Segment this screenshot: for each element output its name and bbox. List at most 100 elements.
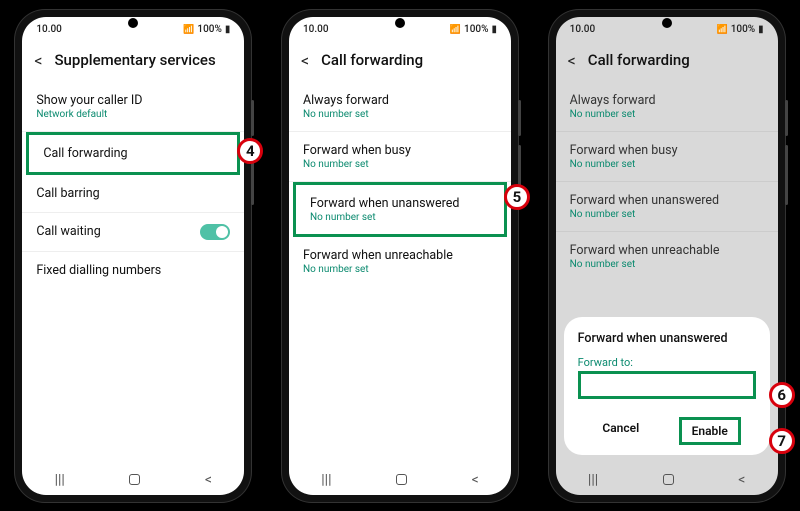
item-sub: No number set (570, 109, 764, 120)
status-right: 📶 100% ▮ (716, 24, 763, 35)
screen: 10.00 📶 100% ▮ < Call forwarding Always … (289, 17, 511, 495)
dialog-label: Forward to: (578, 356, 756, 369)
enable-button[interactable]: Enable (679, 417, 741, 445)
item-sub: No number set (310, 212, 490, 223)
dialog-sheet: Forward when unanswered Forward to: Canc… (564, 317, 770, 455)
camera-notch (662, 18, 672, 28)
status-time: 10.00 (36, 24, 62, 35)
item-sub: No number set (303, 109, 497, 120)
side-button (785, 145, 788, 205)
phone-frame-2: 10.00 📶 100% ▮ < Call forwarding Always … (282, 10, 518, 502)
item-label: Forward when unreachable (570, 243, 764, 258)
signal-icon: 📶 (450, 25, 461, 35)
step-number: 5 (513, 188, 522, 206)
back-icon[interactable]: < (568, 51, 576, 70)
item-sub: No number set (303, 159, 497, 170)
status-time: 10.00 (303, 24, 329, 35)
status-right: 📶 100% ▮ (450, 24, 497, 35)
settings-list: Show your caller ID Network default Call… (22, 82, 244, 465)
dialog-title: Forward when unanswered (578, 331, 756, 346)
battery-text: 100% (197, 24, 221, 35)
item-label: Always forward (303, 93, 497, 108)
side-button (785, 100, 788, 136)
camera-notch (395, 18, 405, 28)
step-badge: 4 (237, 138, 263, 164)
battery-icon: ▮ (225, 24, 231, 35)
step-badge: 5 (504, 184, 530, 210)
page-title: Call forwarding (321, 51, 423, 69)
screen: 10.00 📶 100% ▮ < Supplementary services … (22, 17, 244, 495)
header: < Supplementary services (22, 43, 244, 82)
phone-frame-3: 10.00 📶 100% ▮ < Call forwarding Always … (549, 10, 785, 502)
item-label: Forward when unanswered (310, 196, 490, 211)
item-sub: No number set (570, 259, 764, 270)
item-label: Call barring (36, 186, 230, 201)
signal-icon: 📶 (716, 25, 727, 35)
nav-back-icon[interactable]: < (738, 472, 745, 488)
item-sub: No number set (303, 264, 497, 275)
item-forward-busy: Forward when busy No number set (556, 132, 778, 182)
item-forward-busy[interactable]: Forward when busy No number set (289, 132, 511, 182)
battery-icon: ▮ (758, 24, 764, 35)
item-label: Call waiting (36, 224, 100, 239)
back-icon[interactable]: < (301, 51, 309, 70)
nav-home-icon[interactable] (663, 474, 674, 485)
item-call-barring[interactable]: Call barring (22, 175, 244, 213)
nav-bar: ||| < (556, 465, 778, 495)
nav-bar: ||| < (289, 465, 511, 495)
item-sub: No number set (570, 209, 764, 220)
settings-list: Always forward No number set Forward whe… (289, 82, 511, 465)
page-title: Call forwarding (588, 51, 690, 69)
signal-icon: 📶 (183, 25, 194, 35)
item-call-forwarding[interactable]: Call forwarding (26, 132, 240, 175)
item-forward-unreachable[interactable]: Forward when unreachable No number set (289, 237, 511, 286)
nav-recents-icon[interactable]: ||| (588, 472, 598, 488)
item-label: Always forward (570, 93, 764, 108)
step-number: 6 (777, 386, 786, 404)
status-time: 10.00 (570, 24, 596, 35)
page-title: Supplementary services (54, 51, 215, 69)
item-label: Forward when unreachable (303, 248, 497, 263)
item-label: Show your caller ID (36, 93, 230, 108)
item-forward-unanswered: Forward when unanswered No number set (556, 182, 778, 232)
item-label: Call forwarding (43, 146, 223, 161)
battery-text: 100% (464, 24, 488, 35)
nav-bar: ||| < (22, 465, 244, 495)
item-label: Forward when unanswered (570, 193, 764, 208)
step-number: 7 (777, 432, 786, 450)
toggle-switch[interactable] (200, 224, 230, 240)
side-button (518, 100, 521, 136)
item-label: Fixed dialling numbers (36, 263, 230, 278)
camera-notch (128, 18, 138, 28)
nav-home-icon[interactable] (129, 474, 140, 485)
header: < Call forwarding (289, 43, 511, 82)
item-forward-unreachable: Forward when unreachable No number set (556, 232, 778, 281)
nav-recents-icon[interactable]: ||| (55, 472, 65, 488)
nav-back-icon[interactable]: < (205, 472, 212, 488)
battery-text: 100% (731, 24, 755, 35)
item-always-forward[interactable]: Always forward No number set (289, 82, 511, 132)
item-call-waiting[interactable]: Call waiting (22, 213, 244, 252)
nav-home-icon[interactable] (396, 474, 407, 485)
nav-back-icon[interactable]: < (472, 472, 479, 488)
item-sub: No number set (570, 159, 764, 170)
screen: 10.00 📶 100% ▮ < Call forwarding Always … (556, 17, 778, 495)
item-fixed-dialling[interactable]: Fixed dialling numbers (22, 252, 244, 289)
forward-to-input[interactable] (578, 371, 756, 399)
side-button (251, 100, 254, 136)
step-badge: 6 (769, 382, 795, 408)
item-label: Forward when busy (303, 143, 497, 158)
status-right: 📶 100% ▮ (183, 24, 230, 35)
item-forward-unanswered[interactable]: Forward when unanswered No number set (293, 182, 507, 237)
battery-icon: ▮ (491, 24, 497, 35)
dialog-actions: Cancel Enable (578, 417, 756, 445)
item-caller-id[interactable]: Show your caller ID Network default (22, 82, 244, 132)
phone-frame-1: 10.00 📶 100% ▮ < Supplementary services … (15, 10, 251, 502)
item-always-forward: Always forward No number set (556, 82, 778, 132)
back-icon[interactable]: < (34, 51, 42, 70)
item-label: Forward when busy (570, 143, 764, 158)
nav-recents-icon[interactable]: ||| (321, 472, 331, 488)
item-sub: Network default (36, 109, 230, 120)
cancel-button[interactable]: Cancel (592, 417, 649, 445)
step-number: 4 (246, 142, 255, 160)
